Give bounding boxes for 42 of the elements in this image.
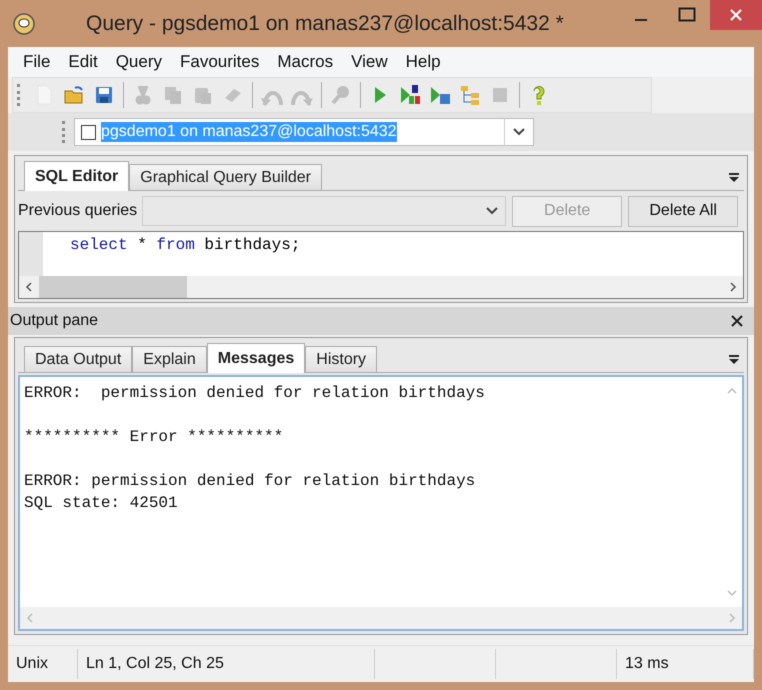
tab-menu-icon[interactable] <box>728 354 740 364</box>
message-line: ERROR: permission denied for relation birthdays <box>24 383 486 404</box>
menu-item[interactable]: Favourites <box>171 52 268 72</box>
message-line: ERROR: permission denied for relation birthdays <box>24 471 476 492</box>
dropdown-icon <box>485 206 500 216</box>
maximize-icon <box>678 7 696 23</box>
output-tab[interactable]: Data Output <box>24 346 132 372</box>
delete-button[interactable]: Delete All <box>628 196 738 226</box>
previous-queries-label: Previous queries <box>18 202 138 220</box>
tree-diagram-icon <box>458 83 482 107</box>
horizontal-scrollbar[interactable] <box>19 276 743 298</box>
output-pane-title: Output pane <box>10 312 98 330</box>
menu-item[interactable]: Help <box>396 52 450 72</box>
line-number-gutter <box>19 232 43 276</box>
close-icon <box>728 7 744 23</box>
message-line: ********** Error ********** <box>24 427 284 448</box>
status-field: Unix <box>8 649 78 679</box>
code-line: select * from birthdays; <box>70 235 300 256</box>
close-icon[interactable] <box>730 314 744 328</box>
output-tab[interactable]: Explain <box>132 346 207 372</box>
menu-item[interactable]: Query <box>106 52 171 72</box>
checkbox[interactable] <box>81 124 96 140</box>
play-script-icon <box>398 83 422 107</box>
window-title: Query - pgsdemo1 on manas237@localhost:5432 * <box>86 12 564 36</box>
close-button[interactable] <box>710 0 762 30</box>
status-field: 13 ms <box>617 649 754 679</box>
previous-queries-combo[interactable] <box>142 196 506 226</box>
menu-item[interactable]: Edit <box>59 52 107 72</box>
message-line: SQL state: 42501 <box>24 493 179 514</box>
sql-editor[interactable]: select * from birthdays; <box>18 231 744 299</box>
output-tab[interactable]: Messages <box>206 343 306 373</box>
editor-tab[interactable]: SQL Editor <box>24 161 130 191</box>
output-tab[interactable]: History <box>305 346 378 372</box>
editor-tab[interactable]: Graphical Query Builder <box>129 164 322 190</box>
connection-value: pgsdemo1 on manas237@localhost:5432 <box>101 122 397 142</box>
minimize-icon <box>635 19 647 21</box>
menu-item[interactable]: File <box>14 52 60 72</box>
status-field: Ln 1, Col 25, Ch 25 <box>78 649 375 679</box>
menu-item[interactable]: Macros <box>268 52 342 72</box>
tab-menu-icon[interactable] <box>728 172 740 182</box>
menu-item[interactable]: View <box>342 52 397 72</box>
scrollbar-thumb[interactable] <box>39 276 187 298</box>
